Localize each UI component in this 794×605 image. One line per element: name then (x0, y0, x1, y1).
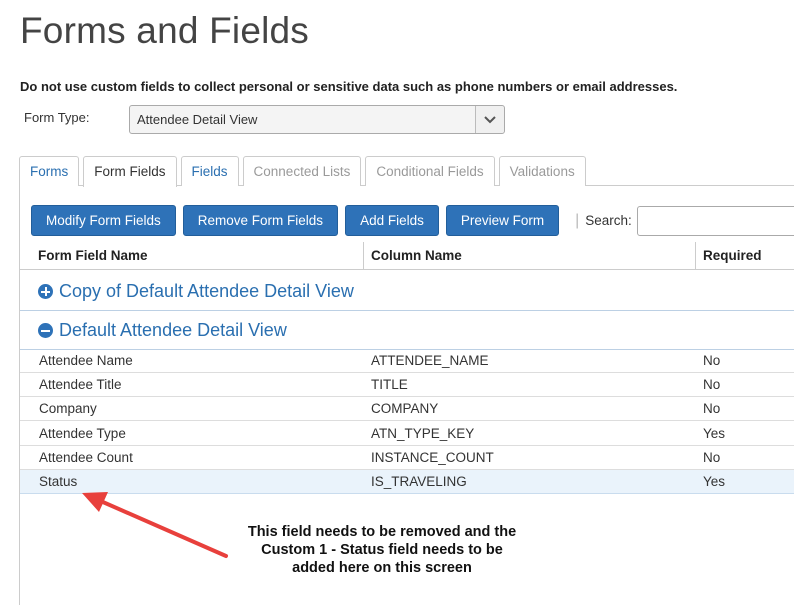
annotation-arrow (82, 492, 228, 558)
red-arrow-icon (82, 492, 228, 558)
annotation-line: added here on this screen (292, 560, 472, 576)
annotation-note: This field needs to be removed and the C… (232, 523, 532, 577)
annotation-line: This field needs to be removed and the (247, 524, 517, 540)
annotation-line: Custom 1 - Status field needs to be (261, 542, 503, 558)
